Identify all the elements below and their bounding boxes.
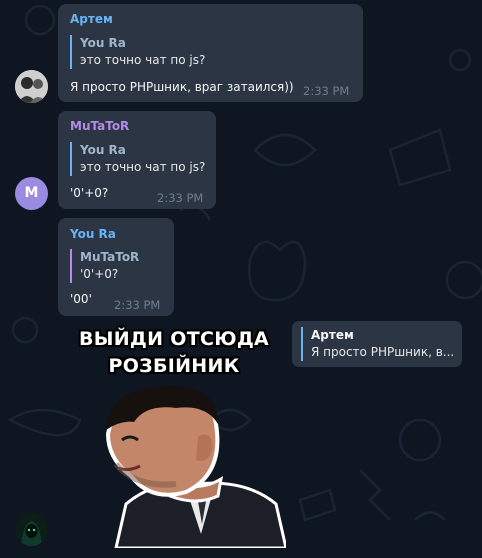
avatar-hacker[interactable]	[15, 513, 48, 546]
sticker-caption-line-1: ВЫЙДИ ОТСЮДА	[78, 328, 270, 350]
sticker-image[interactable]	[96, 384, 286, 548]
reply-quote-name: MuTaToR	[80, 250, 140, 264]
sender-name[interactable]: You Ra	[70, 227, 116, 241]
reply-quote[interactable]: You Ra это точно чат по js?	[70, 35, 205, 69]
message-bubble-2[interactable]: MuTaToR You Ra это точно чат по js? '0'+…	[58, 111, 216, 209]
message-bubble-1[interactable]: Артем You Ra это точно чат по js? Я прос…	[58, 4, 363, 102]
message-bubble-3[interactable]: You Ra MuTaToR '0'+0? '00' 2:33 PM	[58, 218, 174, 316]
sender-name[interactable]: Артем	[70, 12, 113, 26]
sticker-reply-quote[interactable]: Артем Я просто PHPшник, в...	[292, 321, 462, 367]
avatar-mutator[interactable]: M	[15, 177, 48, 210]
sender-name[interactable]: MuTaToR	[70, 119, 129, 133]
reply-quote-text: это точно чат по js?	[80, 160, 206, 174]
message-text: Я просто PHPшник, враг затаился))	[70, 80, 294, 94]
message-time: 2:33 PM	[114, 298, 161, 312]
avatar-artem[interactable]	[15, 70, 48, 103]
reply-quote-name: You Ra	[80, 36, 126, 50]
message-text: '0'+0?	[70, 186, 109, 200]
avatar-letter: M	[24, 185, 39, 201]
reply-quote-text: Я просто PHPшник, в...	[311, 345, 455, 359]
reply-quote-name: Артем	[311, 328, 354, 342]
reply-quote[interactable]: Артем Я просто PHPшник, в...	[301, 327, 454, 361]
hacker-avatar-icon	[15, 513, 48, 546]
message-time: 2:33 PM	[157, 191, 204, 205]
reply-quote[interactable]: MuTaToR '0'+0?	[70, 249, 139, 283]
reply-quote-text: это точно чат по js?	[80, 53, 206, 67]
sticker-caption-line-2: РОЗБІЙНИК	[108, 355, 240, 377]
sticker-caption[interactable]: ВЫЙДИ ОТСЮДА РОЗБІЙНИК	[58, 326, 290, 380]
photo-avatar-icon	[15, 70, 48, 103]
message-text: '00'	[70, 292, 92, 306]
reply-quote[interactable]: You Ra это точно чат по js?	[70, 142, 205, 176]
message-time: 2:33 PM	[303, 84, 350, 98]
reply-quote-text: '0'+0?	[80, 267, 119, 281]
reply-quote-name: You Ra	[80, 143, 126, 157]
